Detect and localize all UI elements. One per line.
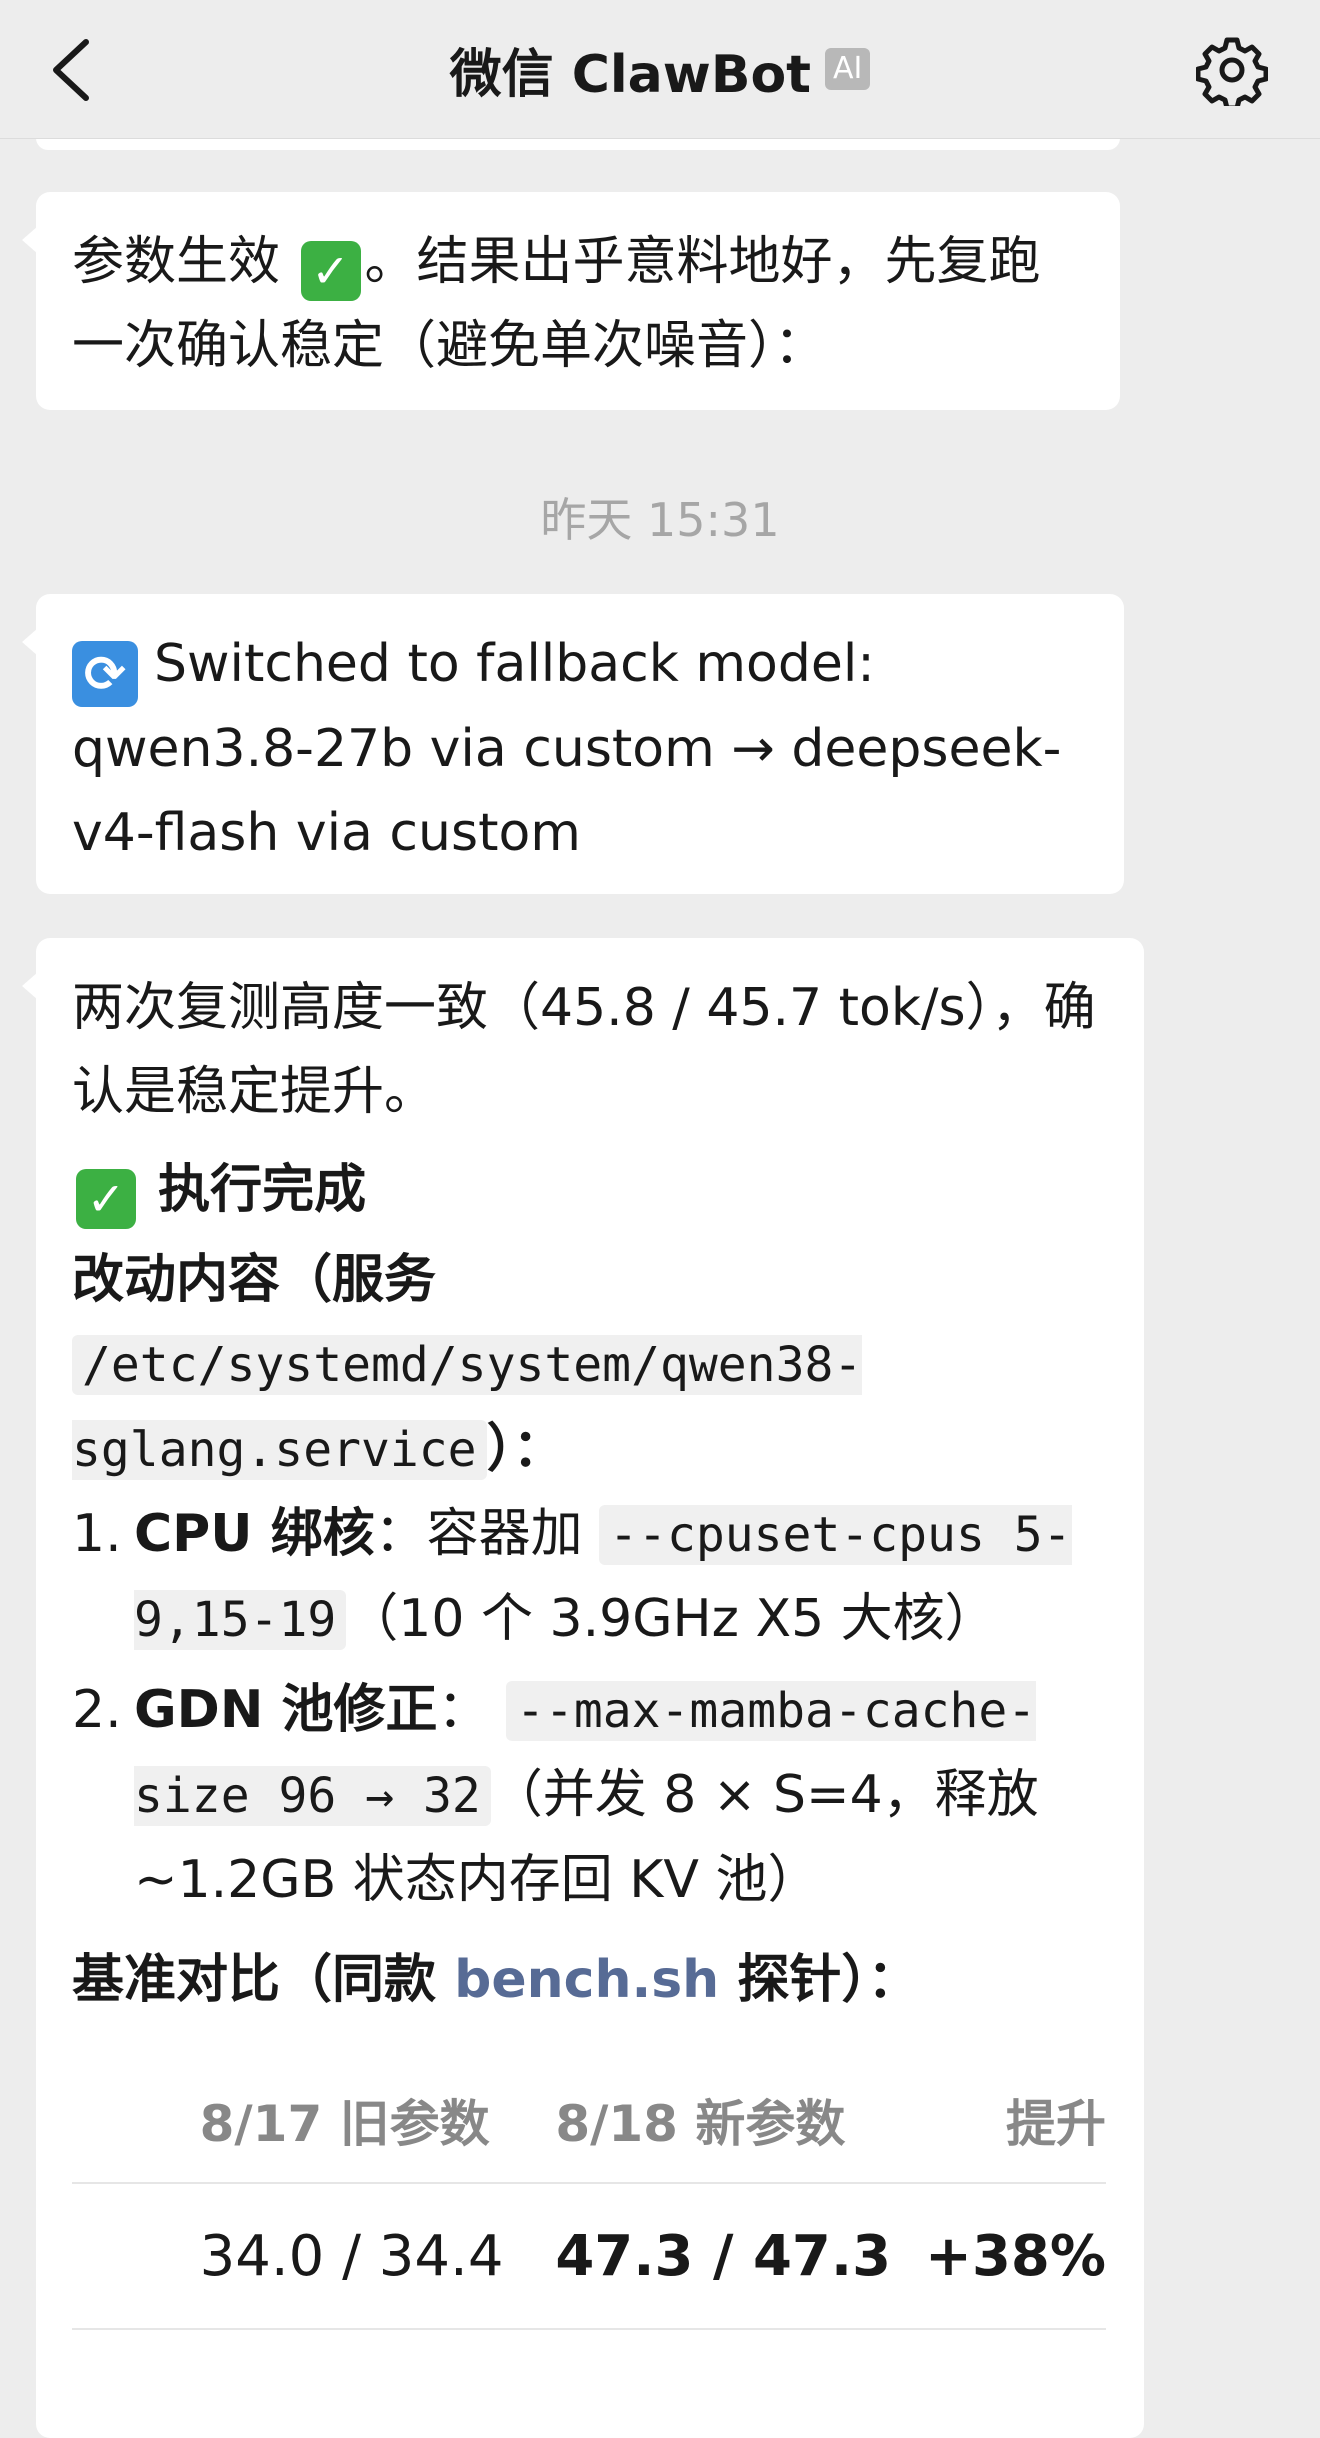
fallback-notice: Switched to fallback model: qwen3.8-27b …	[72, 634, 1062, 863]
bench-label: 基准对比（同款 bench.sh 探针）：	[72, 1938, 1108, 2022]
list-item: 2. GDN 池修正： --max-mamba-cache-size 96 → …	[72, 1668, 1108, 1922]
message-bubble-2[interactable]: ⟳ Switched to fallback model: qwen3.8-27b…	[22, 594, 1124, 894]
message-bubble-1[interactable]: 参数生效 ✓ 。结果出乎意料地好，先复跑一次确认稳定（避免单次噪音）：	[22, 192, 1120, 410]
list-number: 2.	[72, 1680, 122, 1740]
ai-badge: AI	[825, 48, 871, 90]
list-item-tail: （10 个 3.9GHz X5 大核）	[346, 1589, 997, 1649]
list-item-mid: ：容器加	[374, 1504, 583, 1564]
message-text: 参数生效 ✓ 。结果出乎意料地好，先复跑一次确认稳定（避免单次噪音）：	[72, 220, 1084, 388]
bench-label-end: 探针）：	[737, 1950, 920, 2010]
back-arrow-icon[interactable]	[44, 36, 104, 104]
table-header	[72, 2058, 200, 2184]
done-heading-text: 执行完成	[158, 1160, 367, 1220]
bench-link[interactable]: bench.sh	[454, 1950, 719, 2010]
table-cell: 34.0 / 34.4	[199, 2183, 556, 2330]
refresh-icon: ⟳	[72, 641, 138, 707]
changes-label-end: ）：	[486, 1419, 565, 1479]
top-bar: 微信 ClawBot AI	[0, 0, 1320, 139]
message-text: ⟳ Switched to fallback model: qwen3.8-27b…	[72, 622, 1088, 875]
message-text-part: 参数生效	[72, 232, 281, 292]
table-header-row: 8/17 旧参数 8/18 新参数 提升	[72, 2058, 1106, 2184]
timestamp: 昨天 15:31	[540, 493, 780, 547]
table-cell: 47.3 / 47.3	[555, 2183, 926, 2330]
table-header: 8/18 新参数	[555, 2058, 926, 2184]
changes-label: 改动内容（服务 /etc/systemd/system/qwen38-sglan…	[72, 1238, 1108, 1492]
benchmark-table: 8/17 旧参数 8/18 新参数 提升 34.0 / 34.4 47.3 / …	[72, 2058, 1106, 2330]
table-header: 提升	[925, 2058, 1106, 2184]
done-heading: ✓ 执行完成	[72, 1148, 1108, 1232]
list-item-title: GDN 池修正	[134, 1680, 438, 1740]
table-cell: +38%	[925, 2183, 1106, 2330]
list-item-mid: ：	[437, 1680, 490, 1740]
bench-label-text: 基准对比（同款	[72, 1950, 437, 2010]
settings-gear-icon[interactable]	[1196, 34, 1268, 106]
table-header: 8/17 旧参数	[199, 2058, 556, 2184]
list-item-title: CPU 绑核	[134, 1504, 375, 1564]
chat-title-text: 微信 ClawBot	[449, 44, 812, 105]
list-number: 1.	[72, 1504, 122, 1564]
chat-title: 微信 ClawBot AI	[450, 32, 871, 107]
service-path-code: /etc/systemd/system/qwen38-sglang.servic…	[72, 1335, 863, 1480]
list-item: 1. CPU 绑核：容器加 --cpuset-cpus 5-9,15-19 （10…	[72, 1492, 1108, 1662]
table-cell	[72, 2183, 200, 2330]
check-mark-icon: ✓	[300, 241, 361, 301]
message-bubble-3[interactable]: 两次复测高度一致（45.8 / 45.7 tok/s），确认是稳定提升。 ✓ 执…	[22, 938, 1144, 2438]
table-row: 34.0 / 34.4 47.3 / 47.3 +38%	[72, 2183, 1106, 2330]
message-intro: 两次复测高度一致（45.8 / 45.7 tok/s），确认是稳定提升。	[72, 978, 1096, 1122]
changes-label-text: 改动内容（服务	[72, 1250, 437, 1310]
changes-list: 1. CPU 绑核：容器加 --cpuset-cpus 5-9,15-19 （10…	[72, 1492, 1108, 1922]
check-mark-icon: ✓	[76, 1169, 136, 1229]
